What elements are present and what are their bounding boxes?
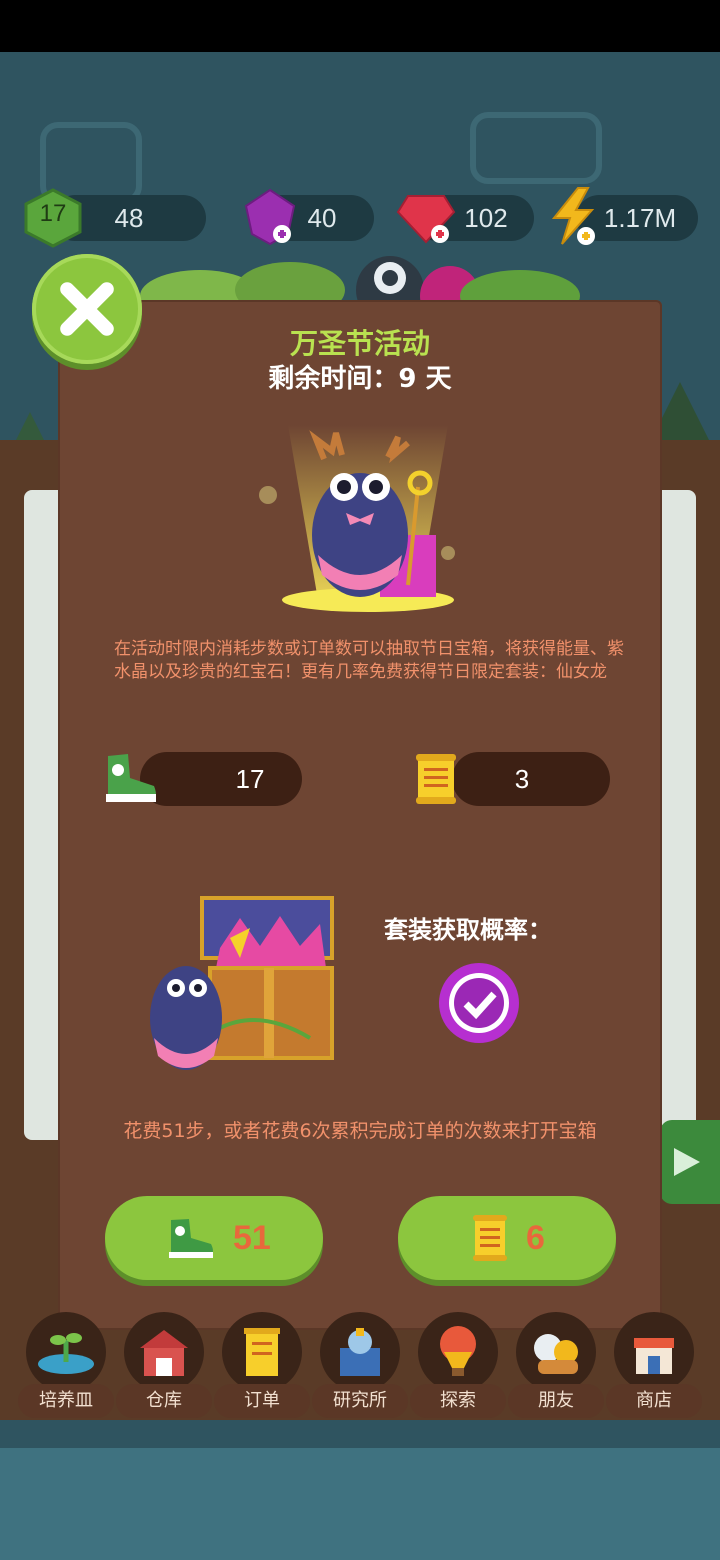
warehouse-icon [124,1312,204,1392]
background-bottom [0,1448,720,1560]
nav-warehouse[interactable]: 仓库 [116,1312,212,1422]
nav-lab[interactable]: 研究所 [312,1312,408,1422]
friends-icon [516,1312,596,1392]
nav-label: 探索 [410,1384,506,1418]
halloween-event-panel: 万圣节活动 剩余时间：9 天 在活动时限内消耗步数或订单数可以抽取节日宝箱，将获… [58,300,662,1330]
steps-cost-value: 51 [233,1219,271,1257]
energy-value: 1.17M [603,203,677,233]
order-scroll-icon [416,754,456,804]
nav-label: 商店 [606,1384,702,1418]
lightning-icon [548,186,598,250]
remaining-time: 剩余时间：9 天 [268,364,452,394]
nav-friends[interactable]: 朋友 [508,1312,604,1422]
nav-explore[interactable]: 探索 [410,1312,506,1422]
panel-title: 万圣节活动 [289,327,430,360]
order-scroll-icon [222,1312,302,1392]
open-chest-cost-text: 花费51步，或者花费6次累积完成订单的次数来打开宝箱 [123,1120,597,1142]
nav-label: 培养皿 [18,1384,114,1418]
open-with-steps-button[interactable]: 51 [105,1196,323,1280]
petri-dish-icon [26,1312,106,1392]
level-number: 17 [39,200,67,227]
open-with-orders-button[interactable]: 6 [398,1196,616,1280]
level-badge: 17 [22,188,84,252]
balloon-icon [418,1312,498,1392]
nav-label: 仓库 [116,1384,212,1418]
order-scroll-icon [473,1215,507,1261]
nav-label: 朋友 [508,1384,604,1418]
play-icon [674,1148,700,1176]
checkmark-badge-icon [439,963,519,1043]
amethyst-icon [242,188,298,250]
side-play-tab[interactable] [660,1120,720,1204]
event-description: 在活动时限内消耗步数或订单数可以抽取节日宝箱，将获得能量、紫水晶以及珍贵的红宝石… [114,639,624,682]
fairy-dragon-illustration [259,425,455,612]
rubies-value: 102 [464,203,508,233]
nav-label: 研究所 [312,1384,408,1418]
steps-count: 17 [235,764,265,794]
lab-icon [320,1312,400,1392]
steps-counter: 17 [140,752,302,806]
nav-label: 订单 [214,1384,310,1418]
close-button[interactable] [32,254,142,364]
nav-shop[interactable]: 商店 [606,1312,702,1422]
orders-counter: 3 [452,752,610,806]
nav-petri-dish[interactable]: 培养皿 [18,1312,114,1422]
orders-count: 3 [514,764,530,794]
nav-orders[interactable]: 订单 [214,1312,310,1422]
ruby-icon [396,188,456,250]
treasure-chest-illustration [150,896,334,1070]
sneaker-icon [169,1219,213,1258]
level-progress-value: 48 [114,203,144,233]
shop-icon [614,1312,694,1392]
probability-label: 套装获取概率： [384,916,552,944]
orders-cost-value: 6 [526,1219,545,1257]
sneaker-icon [106,754,156,802]
